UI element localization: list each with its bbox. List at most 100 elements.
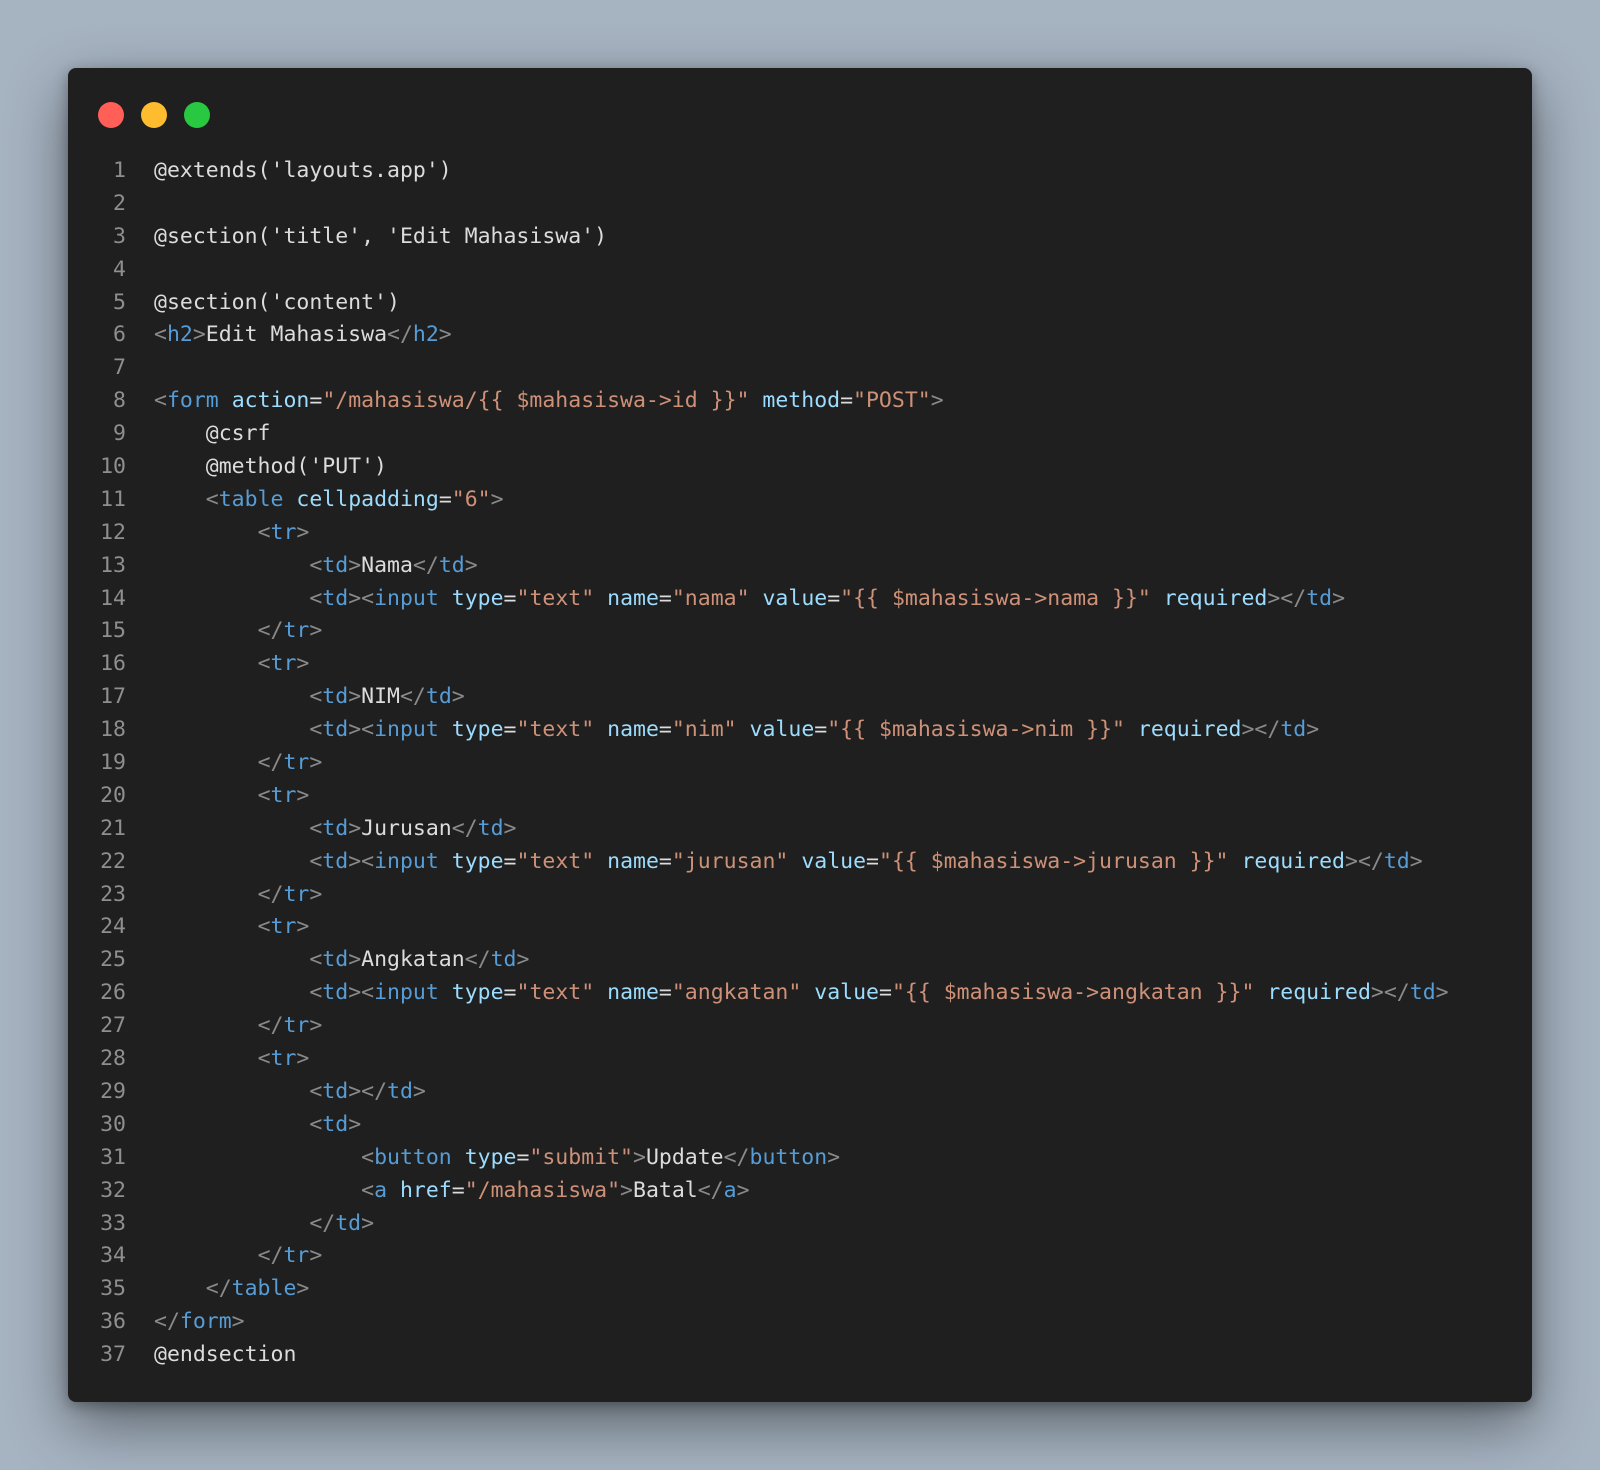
code-token: td <box>490 947 517 973</box>
line-number: 27 <box>100 1013 126 1039</box>
line-content: </tr> <box>126 615 323 648</box>
code-token: Edit Mahasiswa <box>205 322 388 348</box>
code-token: table <box>231 1276 297 1302</box>
code-token: = <box>309 388 323 414</box>
code-token: Nama <box>361 552 413 578</box>
code-token: < <box>309 585 323 611</box>
code-token: "angkatan" <box>671 980 802 1006</box>
code-token: > <box>1306 717 1320 743</box>
code-token: "text" <box>516 717 595 743</box>
code-token: "nim" <box>671 717 737 743</box>
line-number: 34 <box>100 1243 126 1269</box>
code-token: > <box>309 1243 323 1269</box>
code-line: 31 <button type="submit">Update</button> <box>68 1142 1532 1175</box>
code-token: < <box>309 980 323 1006</box>
code-line: 34 </tr> <box>68 1240 1532 1273</box>
minimize-icon[interactable] <box>141 102 167 128</box>
code-token: tr <box>283 1013 310 1039</box>
code-token: = <box>866 848 879 874</box>
code-token: a <box>723 1177 737 1203</box>
code-token: > <box>348 552 362 578</box>
code-token: </ <box>399 684 426 710</box>
code-token: </ <box>205 1276 232 1302</box>
line-number: 2 <box>113 190 126 216</box>
line-content: <a href="/mahasiswa">Batal</a> <box>126 1175 750 1208</box>
code-line: 30 <td> <box>68 1109 1532 1142</box>
code-token: < <box>257 519 271 545</box>
code-token: > <box>451 684 465 710</box>
line-content: <tr> <box>126 911 310 944</box>
code-token: </ <box>257 750 284 776</box>
code-token: ></ <box>1267 585 1307 611</box>
code-token: type <box>451 848 504 874</box>
code-line: 22 <td><input type="text" name="jurusan"… <box>68 846 1532 879</box>
code-token: > <box>348 815 362 841</box>
code-line: 18 <td><input type="text" name="nim" val… <box>68 714 1532 747</box>
code-line: 11 <table cellpadding="6"> <box>68 484 1532 517</box>
code-token: td <box>1280 717 1307 743</box>
line-content: <td>Jurusan</td> <box>126 813 516 846</box>
line-number: 16 <box>100 651 126 677</box>
code-editor[interactable]: 1 @extends('layouts.app') 2 3 @section('titl… <box>68 155 1532 1372</box>
code-token: required <box>1241 848 1346 874</box>
code-token: "submit" <box>529 1144 633 1170</box>
code-token: = <box>879 980 892 1006</box>
maximize-icon[interactable] <box>184 102 210 128</box>
code-token: > <box>412 1078 426 1104</box>
code-token: "{{ $mahasiswa->jurusan }}" <box>879 848 1229 874</box>
code-token: td <box>322 684 349 710</box>
code-token: tr <box>283 881 310 907</box>
code-line: 21 <td>Jurusan</td> <box>68 813 1532 846</box>
code-token: = <box>658 717 672 743</box>
code-token: < <box>361 1144 375 1170</box>
code-token: td <box>425 684 452 710</box>
code-token: form <box>166 388 219 414</box>
code-token: > <box>736 1177 750 1203</box>
line-number: 23 <box>100 881 126 907</box>
close-icon[interactable] <box>98 102 124 128</box>
code-line: 14 <td><input type="text" name="nama" va… <box>68 583 1532 616</box>
code-token: method <box>762 388 841 414</box>
code-token: > <box>361 1210 375 1236</box>
line-number: 3 <box>113 223 126 249</box>
code-line: 33 </td> <box>68 1208 1532 1241</box>
code-token: value <box>801 848 867 874</box>
line-content: <td>Nama</td> <box>126 550 477 583</box>
code-token: td <box>1306 585 1333 611</box>
code-token: > <box>309 618 323 644</box>
code-token: > <box>192 322 206 348</box>
code-token: td <box>322 552 349 578</box>
line-content: </form> <box>126 1306 245 1339</box>
code-token: < <box>309 1078 323 1104</box>
code-line: 13 <td>Nama</td> <box>68 550 1532 583</box>
code-token: > <box>296 1046 310 1072</box>
code-token: > <box>296 782 310 808</box>
code-line: 24 <tr> <box>68 911 1532 944</box>
code-token: > <box>309 881 323 907</box>
line-number: 22 <box>100 848 126 874</box>
line-number: 30 <box>100 1111 126 1137</box>
code-line: 4 <box>68 254 1532 287</box>
code-token: value <box>814 980 879 1006</box>
code-token: > <box>296 651 310 677</box>
code-token: @endsection <box>154 1342 297 1368</box>
code-line: 27 </tr> <box>68 1010 1532 1043</box>
code-token: > <box>309 1013 323 1039</box>
code-token: td <box>335 1210 362 1236</box>
code-token: > <box>348 947 362 973</box>
code-token: type <box>451 585 504 611</box>
line-number: 21 <box>100 815 126 841</box>
code-token: name <box>607 585 659 611</box>
